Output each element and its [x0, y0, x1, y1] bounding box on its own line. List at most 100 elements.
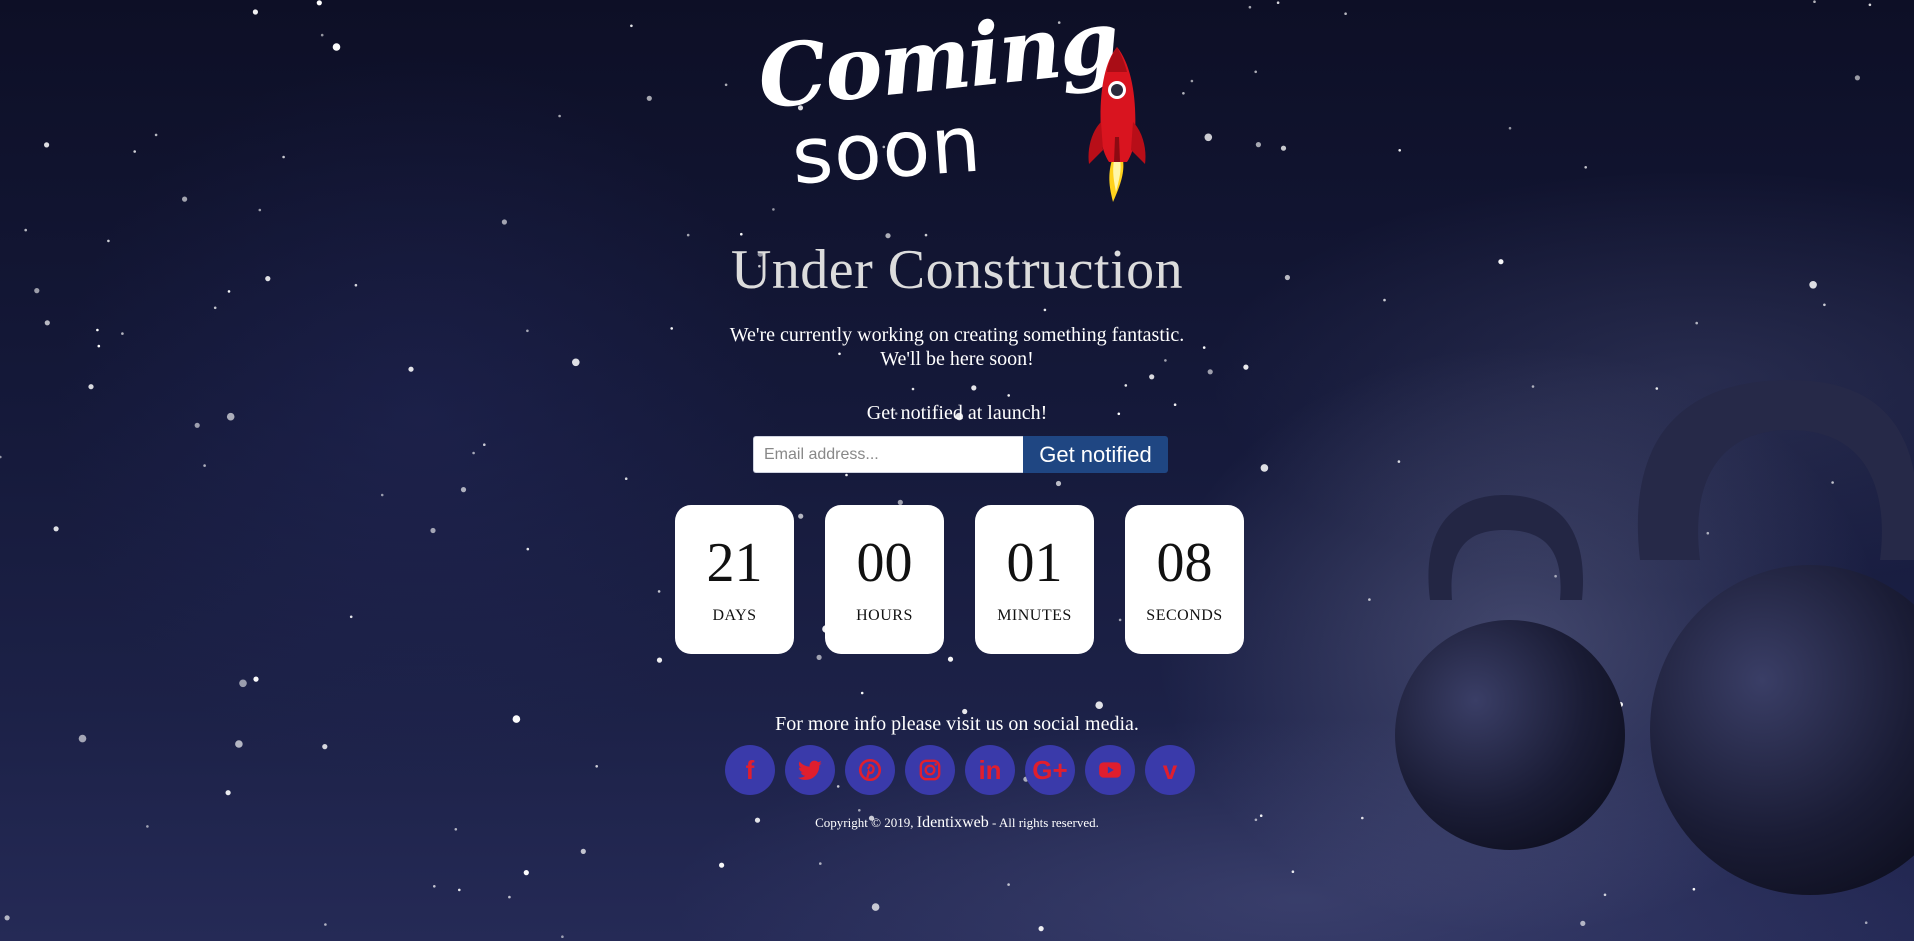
star: [1706, 531, 1710, 535]
star: [1519, 648, 1522, 651]
pinterest-icon[interactable]: [845, 745, 895, 795]
star: [1291, 870, 1295, 873]
star: [1755, 578, 1761, 584]
star: [1841, 745, 1849, 753]
star: [740, 232, 743, 236]
star: [213, 306, 217, 310]
star: [858, 809, 861, 812]
countdown-seconds-label: SECONDS: [1146, 607, 1223, 624]
star: [558, 114, 561, 118]
star: [154, 133, 158, 137]
star: [322, 744, 328, 750]
star: [523, 870, 529, 876]
star: [1823, 303, 1826, 307]
star: [871, 903, 880, 911]
star: [1531, 385, 1535, 388]
star: [433, 885, 436, 888]
star: [561, 935, 564, 938]
notify-label: Get notified at launch!: [866, 402, 1048, 424]
youtube-icon[interactable]: [1085, 745, 1135, 795]
instagram-icon[interactable]: [905, 745, 955, 795]
star: [430, 527, 436, 534]
star: [1344, 12, 1347, 15]
star: [1847, 836, 1851, 840]
star: [235, 740, 243, 748]
star: [320, 33, 324, 37]
star: [1007, 883, 1010, 886]
star: [1554, 574, 1557, 578]
star: [225, 790, 231, 796]
star: [1182, 92, 1185, 95]
star: [182, 196, 188, 202]
star: [460, 487, 467, 493]
linkedin-icon[interactable]: in: [965, 745, 1015, 795]
star: [1149, 374, 1155, 380]
star: [501, 219, 507, 225]
countdown-minutes: 01 MINUTES: [975, 505, 1094, 654]
star: [860, 691, 864, 695]
star: [239, 679, 247, 688]
star: [1603, 893, 1607, 897]
star: [1488, 648, 1492, 652]
linkedin-glyph: in: [978, 754, 1002, 785]
star: [971, 385, 977, 391]
star: [719, 862, 725, 868]
countdown-days-value: 21: [706, 532, 763, 594]
star: [845, 473, 848, 477]
youtube-glyph: [1099, 762, 1121, 778]
get-notified-button[interactable]: Get notified: [1023, 436, 1168, 473]
star: [911, 387, 915, 391]
coming-soon-logo: Coming soon: [753, 0, 1160, 203]
star: [1580, 920, 1586, 927]
star: [646, 95, 652, 101]
star: [1699, 629, 1703, 632]
star: [53, 526, 59, 532]
star: [1831, 481, 1834, 484]
star: [1655, 387, 1659, 390]
facebook-icon[interactable]: f: [725, 745, 775, 795]
countdown-days-label: DAYS: [712, 607, 757, 624]
star: [1043, 308, 1047, 312]
star: [624, 477, 628, 481]
star: [686, 233, 690, 237]
twitter-glyph: [797, 760, 822, 780]
star: [947, 656, 954, 662]
countdown-hours: 00 HOURS: [825, 505, 944, 654]
copyright-suffix: - All rights reserved.: [988, 815, 1099, 830]
countdown-days: 21 DAYS: [675, 505, 794, 654]
vimeo-icon[interactable]: v: [1145, 745, 1195, 795]
star: [252, 9, 258, 15]
star: [1835, 570, 1839, 573]
subtitle-line-1: We're currently working on creating some…: [729, 324, 1185, 346]
star: [1592, 698, 1598, 704]
star: [133, 150, 136, 153]
google-plus-glyph: G+: [1032, 754, 1068, 785]
star: [580, 848, 586, 855]
star: [44, 142, 50, 148]
star: [1190, 79, 1194, 83]
star: [88, 384, 94, 390]
google-plus-icon[interactable]: G+: [1025, 745, 1075, 795]
star: [819, 862, 822, 865]
star: [1280, 145, 1287, 151]
star: [1584, 166, 1587, 169]
email-input[interactable]: [753, 436, 1023, 473]
star: [1254, 70, 1257, 74]
star: [816, 654, 822, 661]
star: [1204, 133, 1213, 142]
star: [1645, 532, 1649, 536]
star: [0, 455, 2, 459]
subtitle-line-2: We'll be here soon!: [880, 348, 1034, 370]
star: [1260, 464, 1269, 472]
star: [1813, 0, 1816, 3]
star: [924, 233, 928, 237]
page-title: Under Construction: [730, 239, 1184, 301]
star: [595, 765, 598, 768]
twitter-icon[interactable]: [785, 745, 835, 795]
social-links: f in G+ v: [725, 745, 1195, 795]
star: [1397, 460, 1401, 463]
star: [1124, 384, 1128, 387]
star: [1864, 921, 1868, 924]
star: [316, 0, 322, 6]
star: [772, 208, 775, 211]
